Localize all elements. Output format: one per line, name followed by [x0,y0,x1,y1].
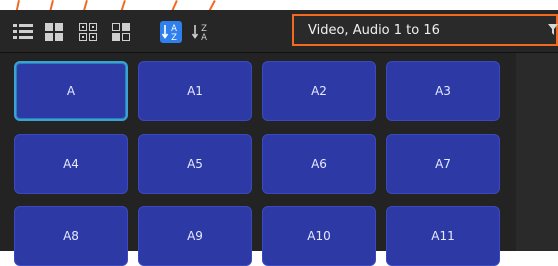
source-tile-a3[interactable]: A3 [386,61,500,121]
scroll-area[interactable] [516,53,558,251]
annotation-band [0,0,558,19]
sort-z-a-icon[interactable]: Z A [190,21,212,43]
source-tile-a2[interactable]: A2 [262,61,376,121]
source-tile-a8[interactable]: A8 [14,206,128,266]
source-tile-a11[interactable]: A11 [386,206,500,266]
grid-small-icon[interactable] [110,21,132,43]
sort-z-a-bottom: A [201,33,207,42]
sort-a-z-icon[interactable]: A Z [160,21,182,43]
source-tile-a9[interactable]: A9 [138,206,252,266]
grid-large-icon[interactable] [43,21,65,43]
filter-icon[interactable] [548,24,558,36]
source-tile-a[interactable]: A [14,61,128,121]
source-tile-a4[interactable]: A4 [14,134,128,194]
source-tile-a10[interactable]: A10 [262,206,376,266]
router-panel: A Z Z A A A1 A2 A3 A4 A5 A6 A7 A8 [0,0,558,266]
source-tile-a7[interactable]: A7 [386,134,500,194]
source-tile-a6[interactable]: A6 [262,134,376,194]
sort-a-z-bottom: Z [171,33,177,42]
list-icon[interactable] [12,21,34,43]
source-tile-a5[interactable]: A5 [138,134,252,194]
source-tile-a1[interactable]: A1 [138,61,252,121]
sort-z-a-glyph: Z A [191,24,207,42]
filter-input[interactable] [292,14,558,46]
grid-medium-icon[interactable] [77,21,99,43]
sort-a-z-glyph: A Z [161,24,177,42]
